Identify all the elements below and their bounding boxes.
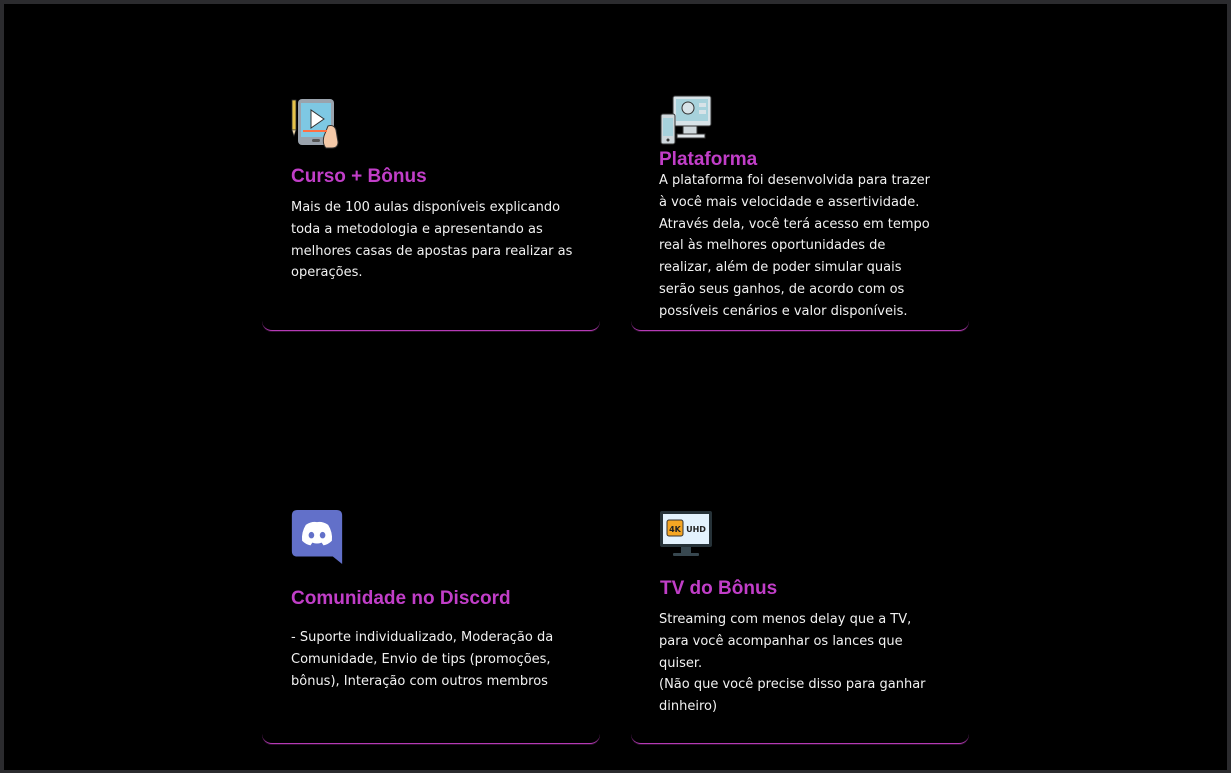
card-title: TV do Bônus [660, 578, 778, 599]
video-lesson-tablet-icon [291, 99, 339, 149]
feature-card-curso: Curso + Bônus Mais de 100 aulas disponív… [262, 4, 600, 331]
feature-card-plataforma: Plataforma A plataforma foi desenvolvida… [631, 4, 969, 331]
card-description: A plataforma foi desenvolvida para traze… [659, 173, 931, 319]
feature-card-tv: 4K UHD TV do Bônus Streaming com menos d… [631, 394, 969, 744]
feature-card-discord: Comunidade no Discord - Suporte individu… [262, 394, 600, 744]
card-description: Mais de 100 aulas disponíveis explicando… [291, 200, 573, 281]
card-title: Plataforma [659, 149, 758, 170]
card-title: Comunidade no Discord [291, 588, 511, 609]
page-background: Curso + Bônus Mais de 100 aulas disponív… [4, 4, 1227, 770]
discord-icon [291, 510, 343, 564]
card-description: - Suporte individualizado, Moderação da … [291, 630, 554, 689]
card-description: Streaming com menos delay que a TV, para… [659, 612, 926, 715]
svg-text:4K: 4K [669, 525, 682, 534]
svg-text:UHD: UHD [686, 525, 706, 534]
card-title: Curso + Bônus [291, 166, 427, 187]
multi-device-platform-icon [660, 95, 712, 145]
tv-4k-uhd-icon: 4K UHD [660, 511, 712, 556]
